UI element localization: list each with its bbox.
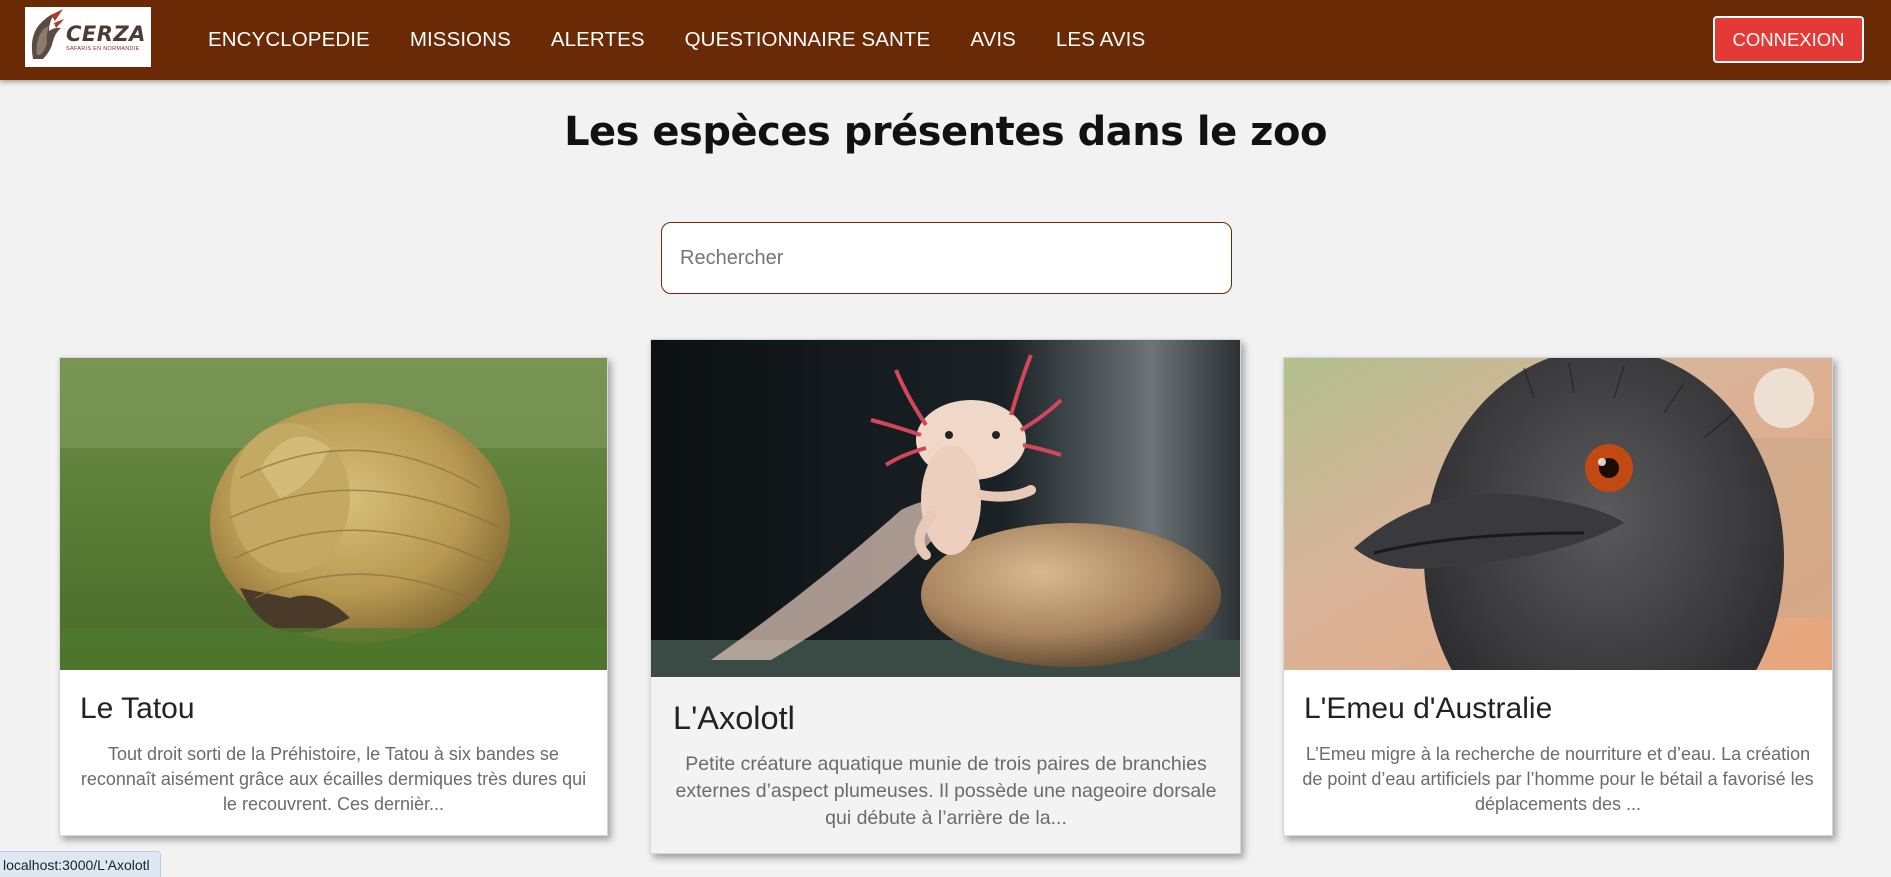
page-title: Les espèces présentes dans le zoo — [564, 109, 1327, 155]
rhino-logo-icon — [25, 7, 65, 67]
cerza-logo[interactable]: CERZA SAFARIS EN NORMANDIE — [25, 7, 151, 67]
species-card-tatou[interactable]: Le Tatou Tout droit sorti de la Préhisto… — [59, 357, 608, 836]
nav-item-questionnaire-sante[interactable]: QUESTIONNAIRE SANTE — [685, 28, 931, 52]
logo-tagline: SAFARIS EN NORMANDIE — [66, 45, 140, 52]
nav-item-encyclopedie[interactable]: ENCYCLOPEDIE — [208, 28, 370, 52]
main-nav: ENCYCLOPEDIE MISSIONS ALERTES QUESTIONNA… — [188, 0, 1165, 80]
card-description: Tout droit sorti de la Préhistoire, le T… — [80, 744, 587, 814]
nav-item-alertes[interactable]: ALERTES — [551, 28, 645, 52]
card-description: L’Emeu migre à la recherche de nourritur… — [1302, 744, 1814, 814]
card-title: L'Emeu d'Australie — [1304, 692, 1553, 725]
login-button[interactable]: CONNEXION — [1713, 16, 1864, 63]
nav-item-missions[interactable]: MISSIONS — [410, 28, 511, 52]
card-title: Le Tatou — [80, 692, 195, 725]
logo-wordmark: CERZA — [66, 21, 146, 46]
species-card-axolotl[interactable]: L'Axolotl Petite créature aquatique muni… — [650, 339, 1241, 854]
emu-photo-icon — [1284, 358, 1832, 670]
armadillo-photo-icon — [60, 358, 607, 670]
species-card-emeu[interactable]: L'Emeu d'Australie L’Emeu migre à la rec… — [1283, 357, 1833, 836]
top-navbar: CERZA SAFARIS EN NORMANDIE ENCYCLOPEDIE … — [0, 0, 1891, 80]
browser-status-url: localhost:3000/L'Axolotl — [0, 851, 161, 877]
card-description: Petite créature aquatique munie de trois… — [675, 753, 1217, 829]
nav-item-avis[interactable]: AVIS — [970, 28, 1016, 52]
nav-item-les-avis[interactable]: LES AVIS — [1056, 28, 1145, 52]
card-title: L'Axolotl — [673, 700, 795, 736]
search-input[interactable] — [661, 222, 1232, 294]
axolotl-photo-icon — [651, 340, 1240, 677]
